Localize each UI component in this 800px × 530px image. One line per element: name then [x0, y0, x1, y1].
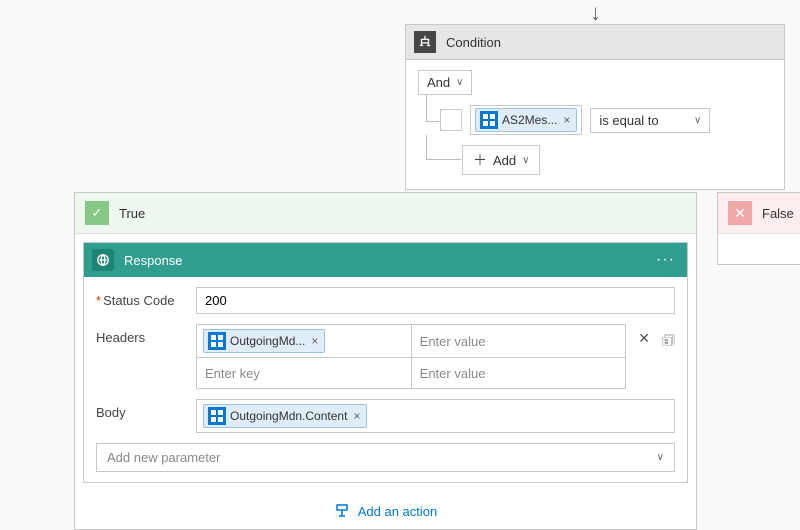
logic-operator-label: And [427, 75, 450, 90]
add-parameter-dropdown[interactable]: Add new parameter ∨ [96, 443, 675, 472]
token-remove-icon[interactable]: × [309, 334, 320, 348]
condition-card: Condition And ∨ AS2Mes... × is equal to … [405, 24, 785, 190]
header-value-cell[interactable] [412, 358, 626, 388]
x-icon: ✕ [728, 201, 752, 225]
check-icon: ✓ [85, 201, 109, 225]
token-text: OutgoingMd... [230, 334, 305, 348]
body-row: Body OutgoingMdn.Content × [96, 399, 675, 433]
headers-row: Headers OutgoingMd... [96, 324, 675, 389]
body-input[interactable]: OutgoingMdn.Content × [196, 399, 675, 433]
header-row: OutgoingMd... × [197, 325, 625, 358]
status-code-input[interactable] [196, 287, 675, 314]
body-label: Body [96, 399, 196, 420]
switch-text-mode-icon[interactable]: 🗊 [662, 324, 675, 354]
true-branch-header[interactable]: ✓ True [75, 193, 696, 234]
add-label: Add [493, 153, 516, 168]
response-title: Response [124, 253, 183, 268]
operator-dropdown[interactable]: is equal to ∨ [590, 108, 710, 133]
token-icon [480, 111, 498, 129]
header-key-cell[interactable]: OutgoingMd... × [197, 325, 412, 357]
headers-label: Headers [96, 324, 196, 345]
condition-icon [414, 31, 436, 53]
response-body: *Status Code Headers [84, 277, 687, 482]
add-condition-button[interactable]: ＋ Add ∨ [462, 145, 540, 175]
chevron-down-icon: ∨ [694, 115, 701, 126]
token-icon [208, 407, 226, 425]
token-remove-icon[interactable]: × [561, 113, 572, 127]
add-parameter-label: Add new parameter [107, 450, 220, 465]
false-branch-header[interactable]: ✕ False [718, 193, 800, 234]
token-icon [208, 332, 226, 350]
header-value-cell[interactable] [412, 325, 626, 357]
plus-icon: ＋ [473, 150, 487, 170]
add-action-button[interactable]: Add an action [75, 493, 696, 529]
false-branch-card: ✕ False [717, 192, 800, 265]
header-value-input[interactable] [418, 333, 620, 350]
status-code-label: *Status Code [96, 287, 196, 308]
chevron-down-icon: ∨ [456, 77, 463, 88]
status-code-row: *Status Code [96, 287, 675, 314]
response-card: Response ··· *Status Code Headers [83, 242, 688, 483]
condition-add-row: ＋ Add ∨ [462, 145, 772, 175]
condition-left-value[interactable]: AS2Mes... × [470, 105, 582, 135]
true-label: True [119, 206, 145, 221]
condition-title: Condition [446, 35, 501, 50]
header-key-input[interactable] [203, 365, 405, 382]
token-text: AS2Mes... [502, 113, 557, 127]
response-header[interactable]: Response ··· [84, 243, 687, 277]
add-action-icon [334, 503, 350, 519]
token-text: OutgoingMdn.Content [230, 409, 347, 423]
header-value-input[interactable] [418, 365, 620, 382]
headers-grid: OutgoingMd... × [196, 324, 626, 389]
condition-body: And ∨ AS2Mes... × is equal to ∨ ＋ [406, 60, 784, 189]
header-key-cell[interactable] [197, 358, 412, 388]
add-action-label: Add an action [358, 504, 438, 519]
chevron-down-icon: ∨ [657, 452, 664, 463]
true-branch-card: ✓ True Response ··· *Status Code Headers [74, 192, 697, 530]
chevron-down-icon: ∨ [522, 155, 529, 166]
logic-operator-dropdown[interactable]: And ∨ [418, 70, 472, 95]
remove-header-icon[interactable]: ✕ [634, 324, 654, 353]
row-checkbox[interactable] [440, 109, 462, 131]
false-label: False [762, 206, 794, 221]
more-menu-icon[interactable]: ··· [652, 251, 679, 269]
required-asterisk: * [96, 293, 101, 308]
expression-token[interactable]: OutgoingMdn.Content × [203, 404, 367, 428]
flow-arrow-down: ↓ [590, 0, 601, 26]
expression-token[interactable]: OutgoingMd... × [203, 329, 325, 353]
condition-header[interactable]: Condition [406, 25, 784, 60]
operator-label: is equal to [599, 113, 658, 128]
condition-row: AS2Mes... × is equal to ∨ [440, 105, 772, 135]
expression-token[interactable]: AS2Mes... × [475, 108, 577, 132]
token-remove-icon[interactable]: × [351, 409, 362, 423]
header-row [197, 358, 625, 388]
response-icon [92, 249, 114, 271]
